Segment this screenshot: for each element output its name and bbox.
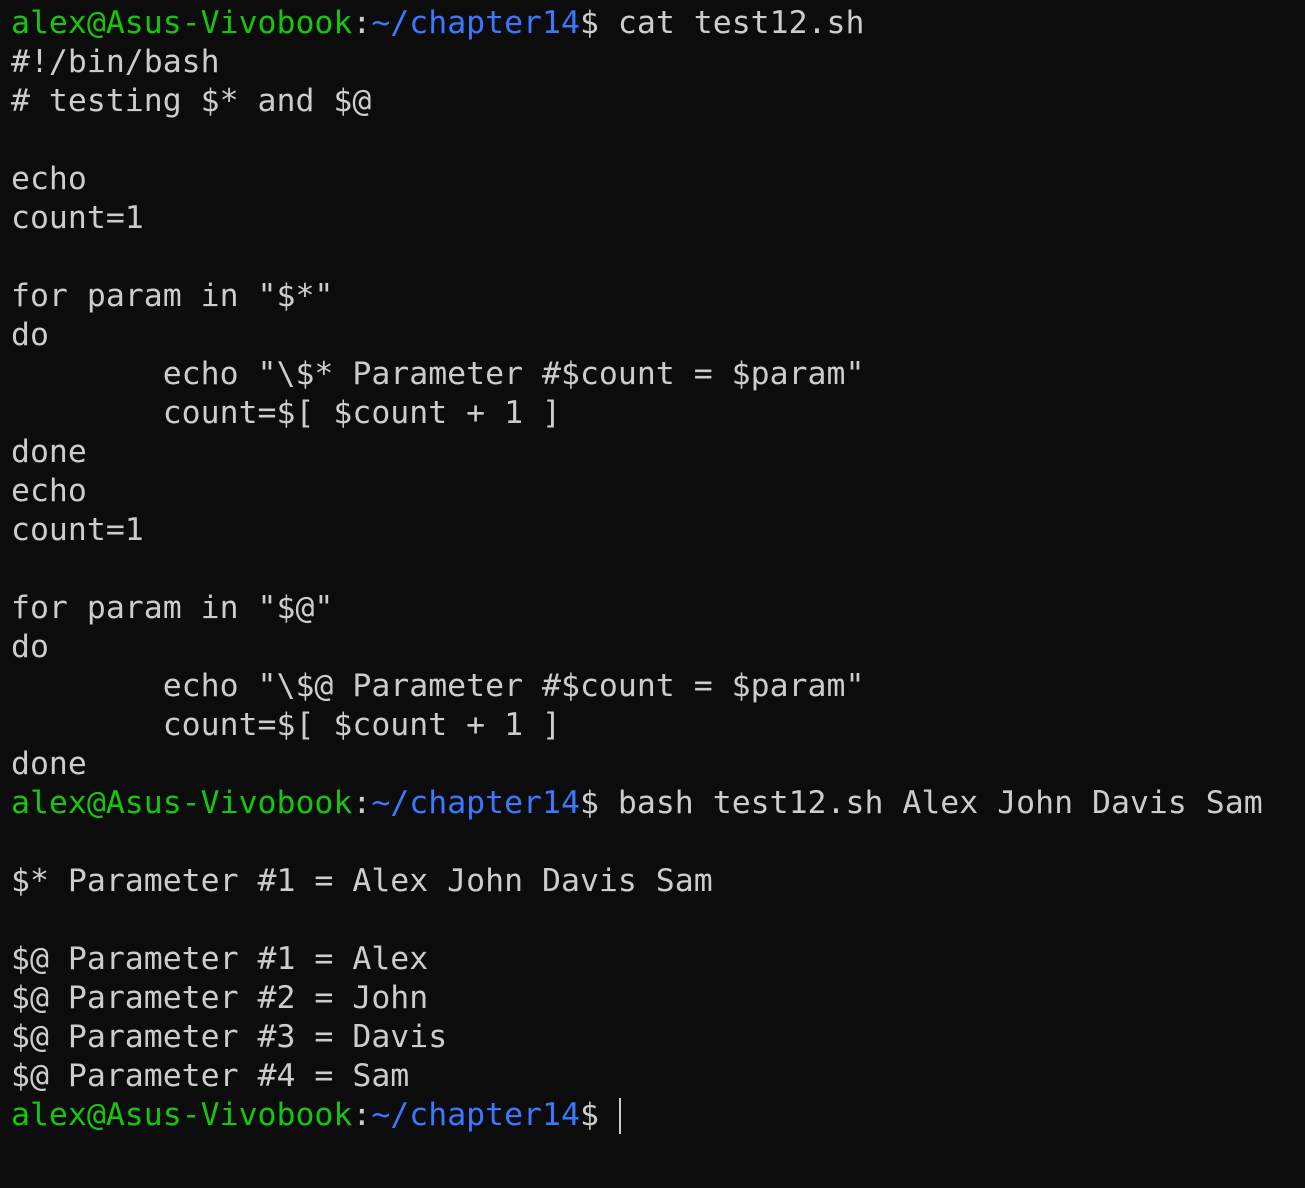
script-line: for param in "$@" bbox=[11, 590, 334, 626]
script-line: for param in "$*" bbox=[11, 278, 334, 314]
output-line: $@ Parameter #3 = Davis bbox=[11, 1019, 448, 1055]
script-line: count=$[ $count + 1 ] bbox=[11, 707, 561, 743]
prompt-symbol: $ bbox=[579, 1097, 599, 1133]
prompt-line-run: alex@Asus-Vivobook:~/chapter14$ bash tes… bbox=[11, 784, 1305, 823]
script-line: do bbox=[11, 629, 49, 665]
script-line: echo bbox=[11, 473, 87, 509]
script-line: #!/bin/bash bbox=[11, 44, 220, 80]
prompt-symbol: $ bbox=[579, 785, 599, 821]
script-line: echo bbox=[11, 161, 87, 197]
script-line: count=1 bbox=[11, 512, 144, 548]
prompt-separator: : bbox=[352, 785, 372, 821]
script-line: echo "\$@ Parameter #$count = $param" bbox=[11, 668, 865, 704]
script-line: done bbox=[11, 746, 87, 782]
terminal-window[interactable]: alex@Asus-Vivobook:~/chapter14$ cat test… bbox=[0, 0, 1305, 1188]
prompt-separator: : bbox=[352, 1097, 372, 1133]
text-cursor[interactable] bbox=[618, 1098, 621, 1134]
prompt-user-host: alex@Asus-Vivobook bbox=[11, 5, 353, 41]
output-line: $@ Parameter #1 = Alex bbox=[11, 941, 429, 977]
prompt-line-current[interactable]: alex@Asus-Vivobook:~/chapter14$ bbox=[11, 1096, 1305, 1135]
prompt-path: ~/chapter14 bbox=[371, 5, 580, 41]
command-text: cat test12.sh bbox=[617, 5, 865, 41]
prompt-path: ~/chapter14 bbox=[371, 1097, 580, 1133]
script-line bbox=[11, 550, 1305, 589]
prompt-user-host: alex@Asus-Vivobook bbox=[11, 785, 353, 821]
prompt-symbol: $ bbox=[579, 5, 599, 41]
command-text: bash test12.sh Alex John Davis Sam bbox=[617, 785, 1263, 821]
output-line: $@ Parameter #4 = Sam bbox=[11, 1058, 410, 1094]
script-line: count=1 bbox=[11, 200, 144, 236]
output-line: $* Parameter #1 = Alex John Davis Sam bbox=[11, 863, 713, 899]
script-line: # testing $* and $@ bbox=[11, 83, 372, 119]
script-line: do bbox=[11, 317, 49, 353]
prompt-separator: : bbox=[352, 5, 372, 41]
script-line: echo "\$* Parameter #$count = $param" bbox=[11, 356, 865, 392]
script-line bbox=[11, 238, 1305, 277]
script-line: done bbox=[11, 434, 87, 470]
prompt-line-cat: alex@Asus-Vivobook:~/chapter14$ cat test… bbox=[11, 4, 1305, 43]
prompt-user-host: alex@Asus-Vivobook bbox=[11, 1097, 353, 1133]
output-line: $@ Parameter #2 = John bbox=[11, 980, 429, 1016]
script-line bbox=[11, 121, 1305, 160]
script-line: count=$[ $count + 1 ] bbox=[11, 395, 561, 431]
prompt-path: ~/chapter14 bbox=[371, 785, 580, 821]
